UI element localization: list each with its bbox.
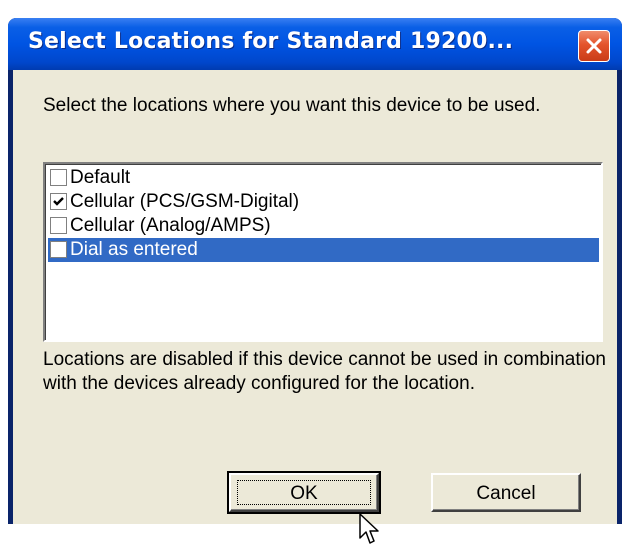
close-button[interactable] (578, 30, 610, 62)
checkbox-dial-as-entered[interactable] (50, 241, 67, 258)
cancel-button[interactable]: Cancel (431, 473, 581, 512)
locations-listbox[interactable]: Default Cellular (PCS/GSM-Digital) Cellu… (43, 162, 603, 342)
arrow-cursor-icon (359, 513, 379, 544)
checkbox-default[interactable] (50, 169, 67, 186)
cancel-button-label: Cancel (476, 483, 536, 504)
list-item-label: Dial as entered (70, 239, 198, 260)
checkbox-cellular-analog-amps[interactable] (50, 217, 67, 234)
list-item-cellular-pcs-gsm[interactable]: Cellular (PCS/GSM-Digital) (48, 190, 599, 214)
instruction-text: Select the locations where you want this… (43, 95, 541, 116)
checkmark-icon (53, 197, 64, 206)
ok-button-label: OK (290, 483, 318, 504)
locations-note: Locations are disabled if this device ca… (43, 349, 606, 394)
list-item-label: Cellular (PCS/GSM-Digital) (70, 191, 300, 212)
checkbox-cellular-pcs-gsm[interactable] (50, 193, 67, 210)
dialog-body: Select the locations where you want this… (13, 70, 617, 544)
list-item-dial-as-entered[interactable]: Dial as entered (48, 238, 599, 262)
dialog-window: Select Locations for Standard 19200... S… (8, 18, 622, 544)
list-item-default[interactable]: Default (48, 166, 599, 190)
ok-button[interactable]: OK (227, 471, 381, 514)
list-item-cellular-analog-amps[interactable]: Cellular (Analog/AMPS) (48, 214, 599, 238)
title-bar[interactable]: Select Locations for Standard 19200... (8, 18, 622, 70)
list-item-label: Default (70, 167, 131, 188)
window-title: Select Locations for Standard 19200... (28, 29, 514, 54)
close-x-icon (586, 38, 602, 54)
list-item-label: Cellular (Analog/AMPS) (70, 215, 271, 236)
